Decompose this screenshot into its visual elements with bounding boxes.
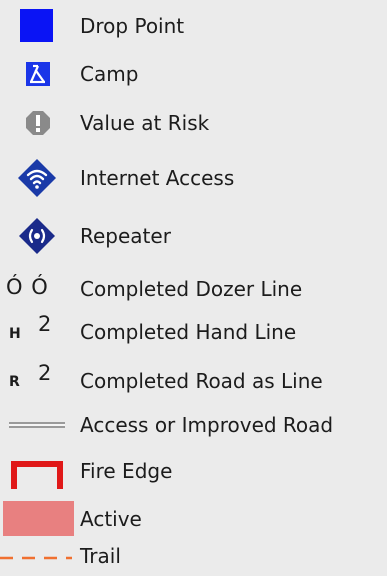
legend-item-value-at-risk: Value at Risk [0,103,387,143]
road-as-line-letter: R [9,374,20,390]
legend-item-internet-access: Internet Access [0,158,387,198]
legend-item-camp: Camp [0,54,387,94]
repeater-radio-icon [0,216,74,256]
access-road-icon [0,405,74,445]
dozer-line-icon: Ó Ó [0,269,74,309]
fire-edge-icon [0,451,74,491]
road-as-line-mark: 2 [38,361,52,385]
legend-label-repeater: Repeater [80,224,171,248]
hand-line-mark: 2 [38,312,52,336]
dozer-line-symbol: Ó Ó [6,275,49,299]
legend-item-access-road: Access or Improved Road [0,405,387,445]
legend-item-drop-point: Drop Point [0,6,387,46]
legend-label-hand-line: Completed Hand Line [80,320,297,344]
legend-item-trail: Trail [0,536,387,576]
trail-dashed-icon [0,536,74,576]
internet-access-wifi-icon [0,158,74,198]
legend-label-dozer-line: Completed Dozer Line [80,277,303,301]
legend-item-active: Active [0,499,387,539]
legend-label-internet-access: Internet Access [80,166,235,190]
legend-item-repeater: Repeater [0,216,387,256]
legend-label-road-as-line: Completed Road as Line [80,369,323,393]
hand-line-letter: H [9,326,21,342]
legend-item-dozer-line: Ó Ó Completed Dozer Line [0,269,387,309]
legend-item-road-as-line: R 2 Completed Road as Line [0,361,387,401]
legend-label-access-road: Access or Improved Road [80,413,334,437]
legend-label-camp: Camp [80,62,139,86]
legend-label-trail: Trail [80,544,121,568]
legend-item-hand-line: H 2 Completed Hand Line [0,312,387,352]
value-at-risk-octagon-icon [0,103,74,143]
legend-label-fire-edge: Fire Edge [80,459,173,483]
hand-line-icon: H 2 [0,312,74,352]
road-as-line-icon: R 2 [0,361,74,401]
legend-label-value-at-risk: Value at Risk [80,111,210,135]
map-legend: Drop Point Camp Value at Risk Internet A… [0,0,387,574]
legend-label-active: Active [80,507,142,531]
legend-item-fire-edge: Fire Edge [0,451,387,491]
camp-tent-icon [0,54,74,94]
legend-label-drop-point: Drop Point [80,14,185,38]
drop-point-square-icon [0,6,74,46]
active-fire-icon [0,499,74,539]
